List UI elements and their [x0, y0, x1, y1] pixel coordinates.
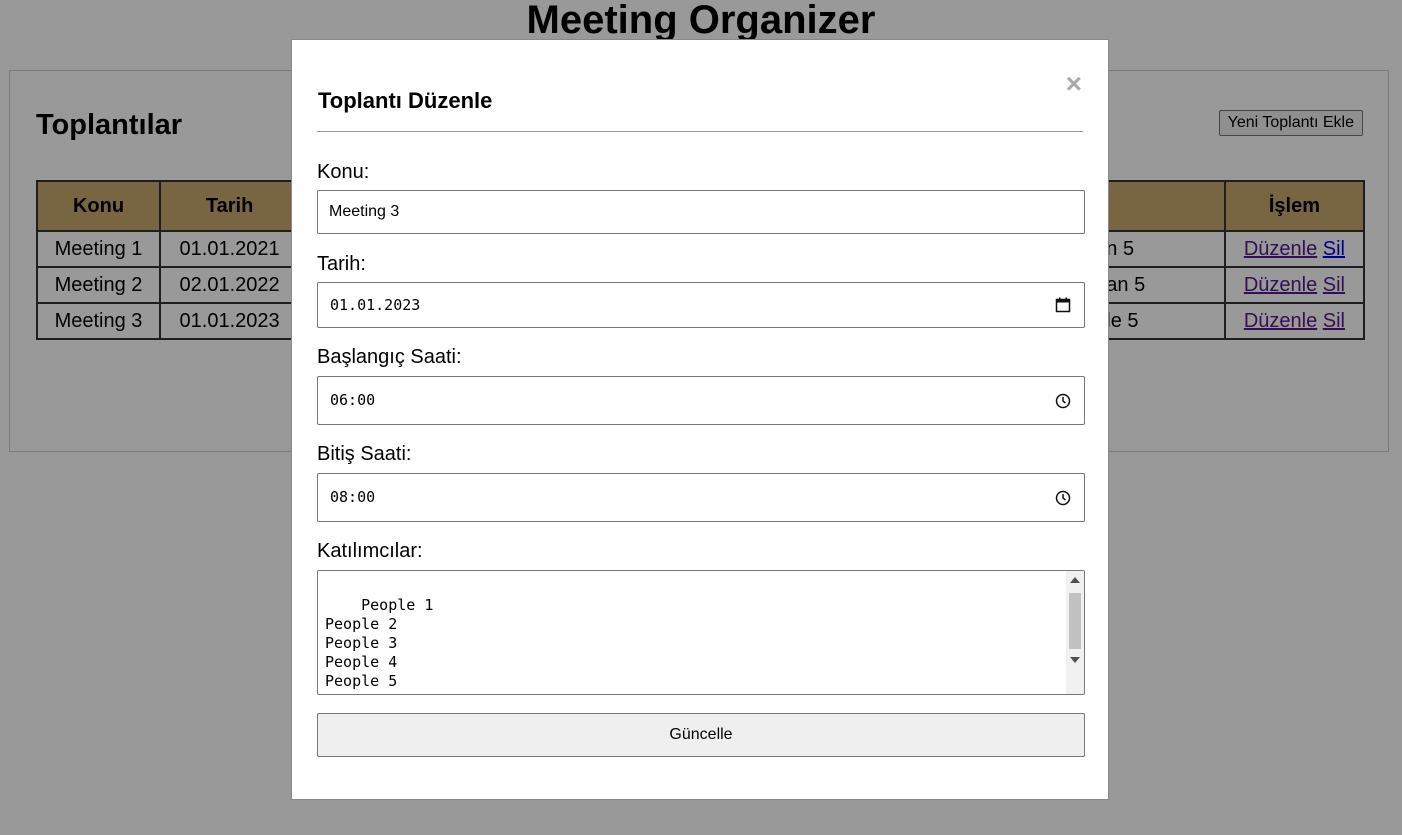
katilimcilar-textarea[interactable]: People 1 People 2 People 3 People 4 Peop…	[317, 570, 1085, 695]
modal-divider	[317, 131, 1083, 132]
scroll-thumb[interactable]	[1069, 593, 1081, 649]
baslangic-label: Başlangıç Saati:	[317, 346, 462, 368]
clock-icon[interactable]	[1055, 490, 1071, 506]
update-button[interactable]: Güncelle	[317, 713, 1085, 757]
scroll-up-icon[interactable]	[1070, 577, 1080, 583]
textarea-scrollbar[interactable]	[1066, 571, 1084, 694]
close-icon[interactable]: ×	[1066, 70, 1082, 98]
katilimcilar-label: Katılımcılar:	[317, 540, 423, 562]
bitis-label: Bitiş Saati:	[317, 443, 412, 465]
tarih-label: Tarih:	[317, 253, 366, 275]
modal-title: Toplantı Düzenle	[318, 88, 493, 113]
tarih-input[interactable]: 01.01.2023	[317, 282, 1085, 328]
bitis-input[interactable]: 08:00	[317, 473, 1085, 522]
baslangic-value: 06:00	[330, 391, 376, 409]
bitis-value: 08:00	[330, 488, 376, 506]
baslangic-input[interactable]: 06:00	[317, 376, 1085, 425]
scroll-down-icon[interactable]	[1070, 657, 1080, 663]
edit-meeting-modal: × Toplantı Düzenle Konu: Meeting 3 Tarih…	[291, 39, 1109, 800]
konu-input[interactable]: Meeting 3	[317, 190, 1085, 234]
konu-label: Konu:	[317, 161, 370, 183]
calendar-icon[interactable]	[1055, 297, 1071, 313]
clock-icon[interactable]	[1055, 393, 1071, 409]
katilimcilar-value: People 1 People 2 People 3 People 4 Peop…	[325, 596, 434, 690]
tarih-value: 01.01.2023	[330, 296, 421, 314]
